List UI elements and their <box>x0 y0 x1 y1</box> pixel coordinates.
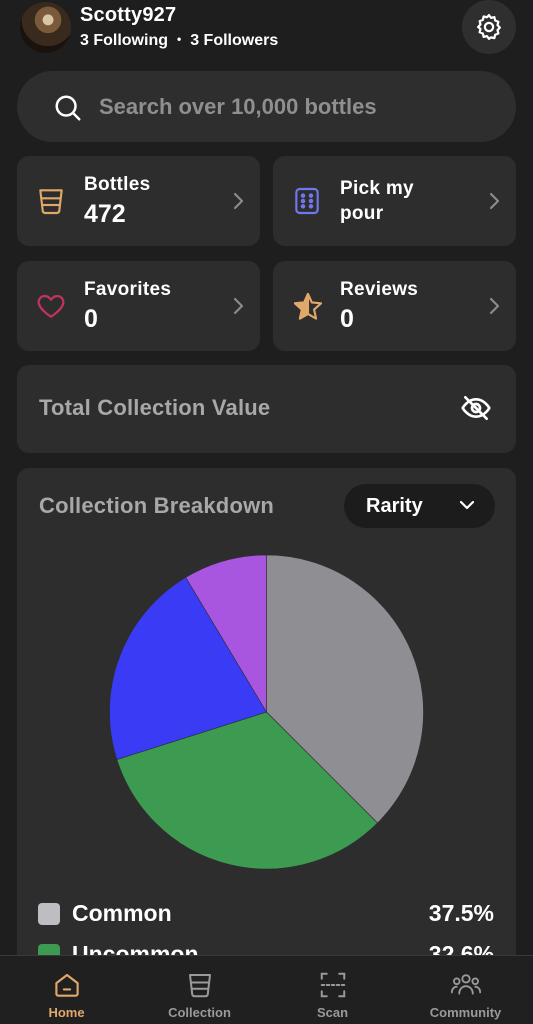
community-icon <box>450 974 481 995</box>
chevron-right-icon <box>233 297 244 315</box>
reviews-card[interactable]: Reviews 0 <box>273 261 516 351</box>
chevron-right-icon <box>489 297 500 315</box>
legend-swatch-common <box>38 903 60 925</box>
follow-stats: 3 Following • 3 Followers <box>80 32 278 50</box>
pick-my-pour-label-line2: pour <box>340 203 384 224</box>
total-collection-value-card: Total Collection Value <box>17 365 516 453</box>
pick-my-pour-label-line1: Pick my <box>340 178 414 199</box>
search-input[interactable]: Search over 10,000 bottles <box>99 94 377 120</box>
username[interactable]: Scotty927 <box>80 4 176 27</box>
bottles-label: Bottles <box>84 174 151 195</box>
home-icon <box>54 973 79 997</box>
gear-icon <box>477 14 501 40</box>
avatar[interactable] <box>20 2 71 53</box>
chevron-right-icon <box>489 192 500 210</box>
following-count[interactable]: 3 Following <box>80 32 168 49</box>
bottles-card[interactable]: Bottles 472 <box>17 156 260 246</box>
eye-off-icon[interactable] <box>460 392 492 424</box>
followers-count[interactable]: 3 Followers <box>190 32 278 49</box>
tab-home[interactable]: Home <box>0 956 133 1024</box>
tab-scan[interactable]: Scan <box>266 956 399 1024</box>
favorites-count: 0 <box>84 305 98 333</box>
dice-icon <box>295 187 319 215</box>
favorites-label: Favorites <box>84 279 172 300</box>
tab-community-label: Community <box>429 1005 502 1020</box>
bottles-count: 472 <box>84 200 126 228</box>
tab-collection-label: Collection <box>168 1005 231 1020</box>
bottom-tab-bar: Home Collection Scan Community <box>0 955 533 1024</box>
total-collection-value-label: Total Collection Value <box>39 395 271 420</box>
tab-home-label: Home <box>48 1005 85 1020</box>
star-icon <box>293 292 323 320</box>
tab-collection[interactable]: Collection <box>133 956 266 1024</box>
settings-button[interactable] <box>462 0 516 54</box>
chevron-right-icon <box>233 192 244 210</box>
collection-breakdown-card: Collection Breakdown Rarity Common 37.5%… <box>17 468 516 988</box>
tab-scan-label: Scan <box>316 1005 349 1020</box>
profile-header: Scotty927 3 Following • 3 Followers <box>0 0 533 56</box>
legend-percent: 37.5% <box>428 900 494 926</box>
glass-icon <box>188 974 211 998</box>
legend-row-common: Common 37.5% <box>37 898 497 928</box>
glass-icon <box>39 189 63 215</box>
search-bar[interactable]: Search over 10,000 bottles <box>17 71 516 142</box>
separator-dot: • <box>177 32 182 46</box>
tab-community[interactable]: Community <box>399 956 532 1024</box>
reviews-count: 0 <box>340 305 354 333</box>
scan-icon <box>320 972 345 998</box>
favorites-card[interactable]: Favorites 0 <box>17 261 260 351</box>
reviews-label: Reviews <box>340 279 419 300</box>
pick-my-pour-card[interactable]: Pick my pour <box>273 156 516 246</box>
heart-icon <box>37 294 65 318</box>
search-icon <box>55 95 81 121</box>
legend-label: Common <box>72 900 172 926</box>
